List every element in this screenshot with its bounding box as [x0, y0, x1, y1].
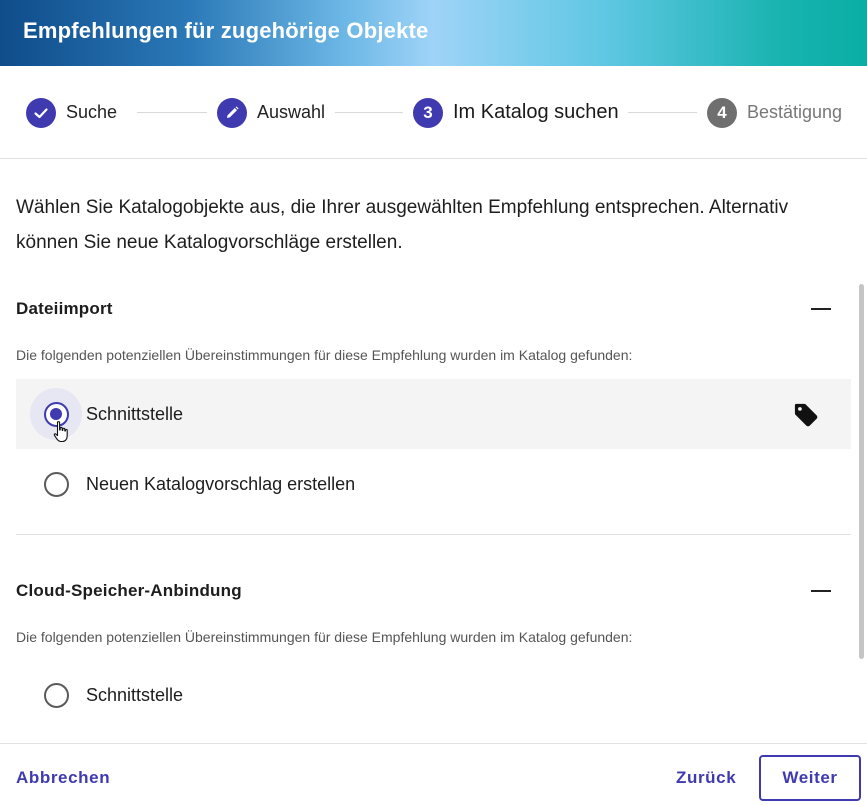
next-button[interactable]: Weiter: [759, 755, 861, 801]
radio-button[interactable]: [30, 669, 82, 721]
section-title: Dateiimport: [16, 299, 113, 318]
step-bestaetigung[interactable]: 4 Bestätigung: [707, 97, 842, 128]
step-connector: [335, 112, 403, 113]
step-connector: [628, 112, 697, 113]
section-title: Cloud-Speicher-Anbindung: [16, 581, 242, 600]
collapse-icon[interactable]: [811, 590, 831, 592]
scrollbar[interactable]: [859, 284, 864, 659]
dialog-content[interactable]: Wählen Sie Katalogobjekte aus, die Ihrer…: [0, 159, 867, 743]
step-auswahl[interactable]: Auswahl: [217, 97, 325, 128]
back-button[interactable]: Zurück: [676, 768, 736, 788]
option-schnittstelle[interactable]: Schnittstelle: [16, 379, 851, 449]
pencil-icon: [217, 97, 247, 128]
section-hint: Die folgenden potenziellen Übereinstimmu…: [16, 629, 633, 645]
hand-cursor-icon: [53, 421, 68, 443]
dialog-header: Empfehlungen für zugehörige Objekte: [0, 0, 867, 66]
option-neuen-katalogvorschlag[interactable]: Neuen Katalogvorschlag erstellen: [16, 449, 851, 519]
option-label: Neuen Katalogvorschlag erstellen: [86, 473, 356, 494]
step-connector: [137, 112, 207, 113]
step-label: Suche: [66, 102, 118, 122]
dialog-title: Empfehlungen für zugehörige Objekte: [23, 18, 429, 43]
radio-unchecked[interactable]: [43, 682, 69, 708]
step-label: Bestätigung: [747, 102, 843, 122]
option-label: Schnittstelle: [86, 684, 184, 705]
tag-icon[interactable]: [792, 401, 820, 429]
stepper: Suche Auswahl 3 Im Katalog suchen 4 Best…: [0, 66, 867, 159]
step-label: Im Katalog suchen: [453, 101, 619, 123]
radio-button[interactable]: [30, 458, 82, 510]
radio-unchecked[interactable]: [43, 471, 69, 497]
intro-text: Wählen Sie Katalogobjekte aus, die Ihrer…: [16, 197, 789, 253]
section-divider: [16, 534, 851, 535]
check-icon: [26, 97, 56, 128]
step-number: 3: [413, 97, 443, 128]
cancel-button[interactable]: Abbrechen: [16, 768, 110, 788]
step-im-katalog-suchen[interactable]: 3 Im Katalog suchen: [413, 97, 619, 128]
step-number: 4: [707, 97, 737, 128]
section-hint: Die folgenden potenziellen Übereinstimmu…: [16, 347, 633, 363]
collapse-icon[interactable]: [811, 308, 831, 310]
option-schnittstelle[interactable]: Schnittstelle: [16, 660, 851, 730]
step-label: Auswahl: [257, 102, 326, 122]
option-label: Schnittstelle: [86, 403, 184, 424]
dialog-footer: Abbrechen Zurück Weiter: [0, 743, 867, 805]
step-suche[interactable]: Suche: [26, 97, 117, 128]
